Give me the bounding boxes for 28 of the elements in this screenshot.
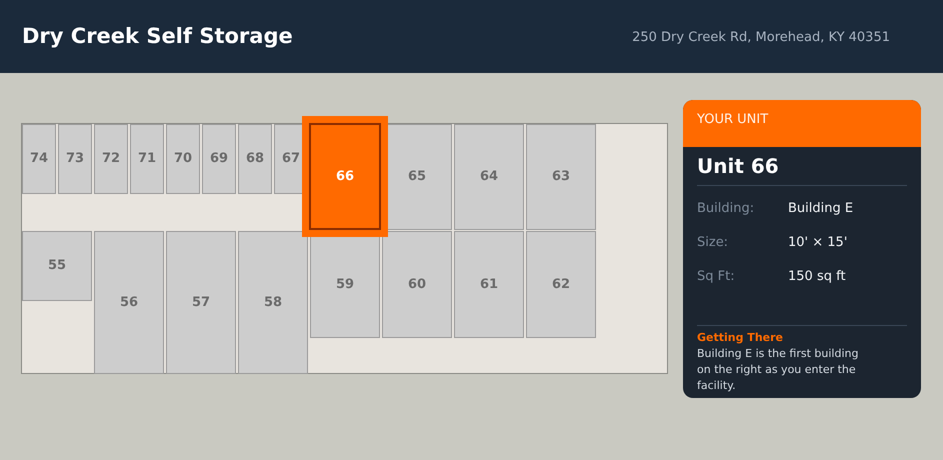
- detail-value: Building E: [788, 200, 854, 218]
- storage-unit[interactable]: 64: [454, 124, 524, 230]
- storage-unit[interactable]: 61: [454, 231, 524, 338]
- unit-title: Unit 66: [697, 153, 907, 186]
- storage-unit[interactable]: 57: [166, 231, 236, 374]
- detail-label: Building:: [697, 200, 756, 218]
- detail-value: 150 sq ft: [788, 268, 846, 286]
- storage-unit[interactable]: 62: [526, 231, 596, 338]
- storage-unit[interactable]: 71: [130, 124, 164, 194]
- detail-value: 10' × 15': [788, 234, 848, 252]
- storage-unit[interactable]: 63: [526, 124, 596, 230]
- site-title: Dry Creek Self Storage: [22, 22, 293, 50]
- storage-unit[interactable]: 74: [22, 124, 56, 194]
- storage-unit[interactable]: 60: [382, 231, 452, 338]
- storage-unit[interactable]: 68: [238, 124, 272, 194]
- storage-unit[interactable]: 55: [22, 231, 92, 301]
- storage-unit[interactable]: 56: [94, 231, 164, 374]
- storage-unit[interactable]: 72: [94, 124, 128, 194]
- detail-label: Size:: [697, 234, 730, 252]
- directions-title: Getting There: [697, 331, 784, 345]
- storage-unit[interactable]: 58: [238, 231, 308, 374]
- card-heading: YOUR UNIT: [697, 112, 768, 127]
- storage-unit[interactable]: 73: [58, 124, 92, 194]
- storage-unit[interactable]: 69: [202, 124, 236, 194]
- detail-label: Sq Ft:: [697, 268, 736, 286]
- storage-unit[interactable]: 70: [166, 124, 200, 194]
- directions-text: Building E is the first building on the right as you enter the facility.: [697, 346, 860, 394]
- address-text: 250 Dry Creek Rd, Morehead, KY 40351: [632, 28, 890, 47]
